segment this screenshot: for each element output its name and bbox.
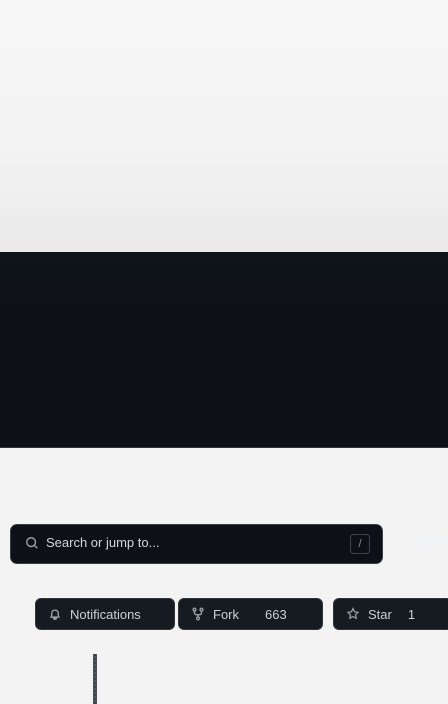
star-button[interactable]: Star 1 xyxy=(333,598,448,630)
search-placeholder-text: Search or jump to... xyxy=(46,535,160,550)
bell-icon xyxy=(48,607,62,621)
top-nav: Search or jump to... / Sign xyxy=(0,524,448,564)
fork-label: Fork xyxy=(213,606,239,622)
repo-actions: Notifications Fork 663 Star 1 xyxy=(0,598,448,630)
search-icon xyxy=(25,536,39,550)
fork-button[interactable]: Fork 663 xyxy=(178,598,323,630)
fork-icon xyxy=(191,607,205,621)
sign-in-link[interactable]: Sign xyxy=(412,534,445,551)
search-shortcut-key: / xyxy=(350,534,370,554)
notifications-button[interactable]: Notifications xyxy=(35,598,175,630)
search-input[interactable]: Search or jump to... / xyxy=(10,524,383,564)
page-backdrop xyxy=(0,0,448,252)
github-header-band: Search or jump to... / Sign Notification… xyxy=(0,252,448,704)
star-label: Star xyxy=(368,606,392,622)
star-icon xyxy=(346,607,360,621)
fork-count: 663 xyxy=(265,606,287,622)
star-count: 1 xyxy=(407,606,416,622)
content-edge-line xyxy=(93,654,97,704)
notifications-label: Notifications xyxy=(70,606,141,622)
